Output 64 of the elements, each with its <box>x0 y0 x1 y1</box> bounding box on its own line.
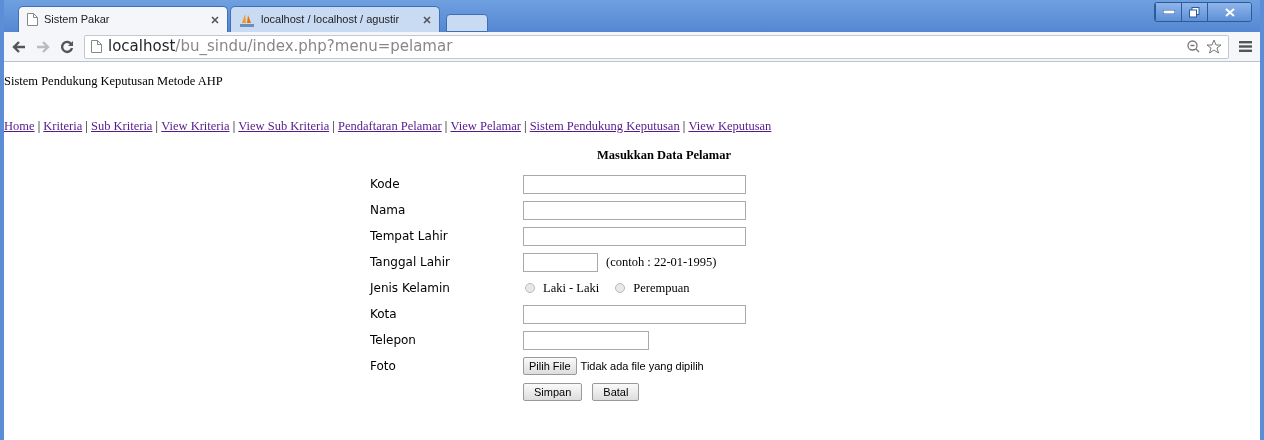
input-field[interactable] <box>523 174 746 194</box>
browser-tab[interactable]: Sistem Pakar <box>18 6 228 32</box>
nav-link[interactable]: View Pelamar <box>450 116 521 136</box>
nav-link[interactable]: View Keputusan <box>688 116 772 136</box>
new-tab-button[interactable] <box>446 14 488 32</box>
input-field[interactable] <box>523 200 746 220</box>
field-label: Kode <box>370 176 401 194</box>
link-separator: | <box>523 117 528 135</box>
radio-button[interactable] <box>525 283 535 294</box>
input-field[interactable] <box>523 330 649 350</box>
radio-label: Laki - Laki <box>543 279 600 297</box>
sailboat-icon <box>239 12 255 27</box>
nav-link[interactable]: Sistem Pendukung Keputusan <box>529 116 680 136</box>
url-text: localhost/bu_sindu/index.php?menu=pelamar <box>108 36 453 58</box>
browser-tab[interactable]: localhost / localhost / agustir <box>230 6 440 32</box>
field-label: Jenis Kelamin <box>370 280 451 298</box>
field-label: Nama <box>370 202 407 220</box>
form-title: Masukkan Data Pelamar <box>596 146 732 164</box>
form-button[interactable]: Simpan <box>523 383 583 402</box>
nav-link[interactable]: View Kriteria <box>161 116 230 136</box>
field-label: Tempat Lahir <box>370 228 449 246</box>
site-title: Sistem Pendukung Keputusan Metode AHP <box>4 73 224 90</box>
link-separator: | <box>84 117 89 135</box>
input-field[interactable] <box>523 304 746 324</box>
link-separator: | <box>231 117 237 135</box>
address-bar[interactable]: localhost/bu_sindu/index.php?menu=pelamar <box>84 34 1229 59</box>
radio-label: Perempuan <box>633 279 690 297</box>
minimize-button[interactable] <box>1155 3 1181 21</box>
back-icon[interactable] <box>12 40 26 53</box>
zoom-out-icon[interactable] <box>1187 40 1200 53</box>
radio-button[interactable] <box>615 283 626 294</box>
page-icon <box>27 13 38 26</box>
nav-link[interactable]: Home <box>4 116 35 136</box>
link-separator: | <box>681 117 687 135</box>
link-separator: | <box>443 117 449 135</box>
form-button[interactable]: Batal <box>592 383 640 402</box>
menu-icon[interactable] <box>1239 41 1252 52</box>
reload-icon[interactable] <box>60 39 74 54</box>
link-separator: | <box>154 117 160 135</box>
minimize-icon[interactable] <box>1162 10 1175 14</box>
close-icon[interactable] <box>423 15 431 24</box>
nav-link[interactable]: Kriteria <box>43 116 83 136</box>
nav-link[interactable]: Pendaftaran Pelamar <box>337 116 442 136</box>
format-hint: (contoh : 22-01-1995) <box>606 253 717 271</box>
field-label: Tanggal Lahir <box>370 254 451 272</box>
link-separator: | <box>36 117 42 135</box>
nav-link[interactable]: Sub Kriteria <box>90 116 153 136</box>
star-icon[interactable] <box>1206 39 1222 54</box>
page-icon <box>91 40 102 53</box>
link-separator: | <box>331 117 336 135</box>
input-field[interactable] <box>523 252 598 272</box>
file-status: Tidak ada file yang dipilih <box>580 359 704 374</box>
restore-icon[interactable] <box>1189 6 1200 18</box>
field-label: Foto <box>370 358 397 376</box>
close-button[interactable] <box>1207 3 1251 21</box>
tab-title: Sistem Pakar <box>44 12 111 28</box>
input-field[interactable] <box>523 226 746 246</box>
choose-file-button[interactable]: Pilih File <box>523 357 577 376</box>
nav-link[interactable]: View Sub Kriteria <box>238 116 330 136</box>
field-label: Kota <box>370 306 398 324</box>
field-label: Telepon <box>370 332 417 350</box>
close-icon[interactable] <box>211 15 219 24</box>
tab-title: localhost / localhost / agustir <box>261 12 401 28</box>
restore-button[interactable] <box>1181 3 1207 21</box>
